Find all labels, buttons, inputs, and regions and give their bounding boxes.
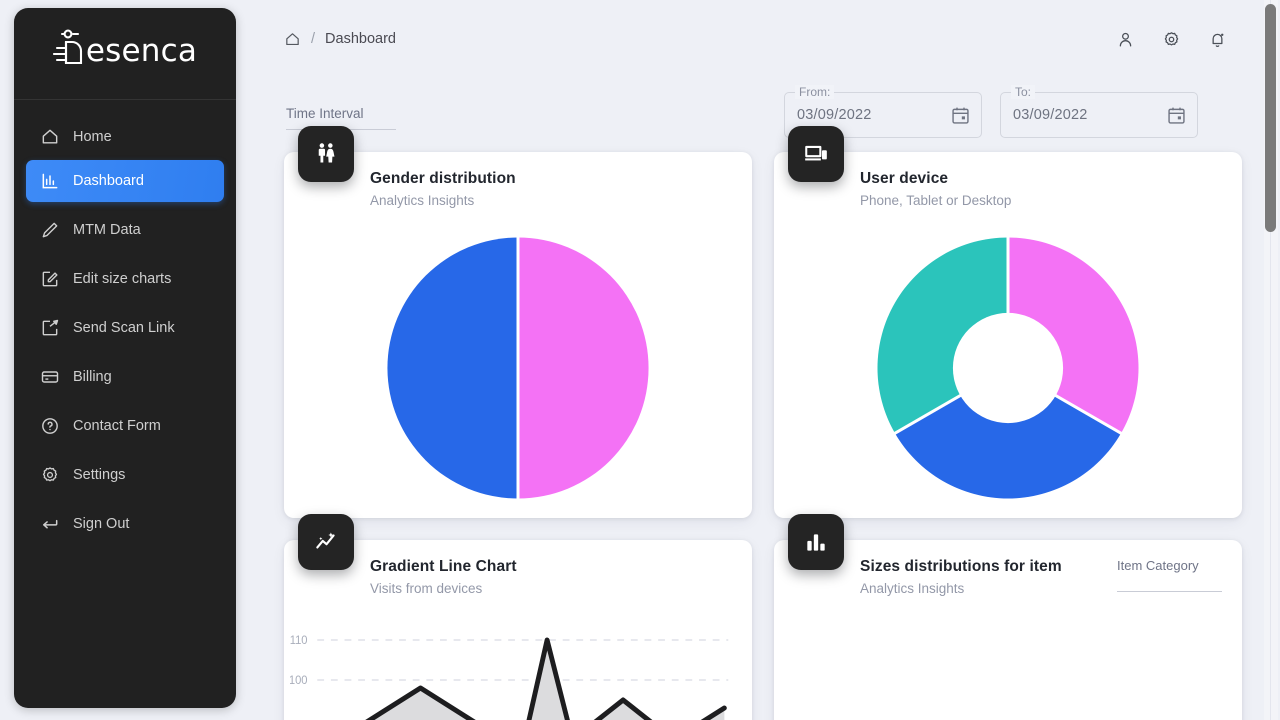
bar-chart-icon <box>40 171 60 191</box>
item-category-underline <box>1117 591 1222 592</box>
sidebar-item-home[interactable]: Home <box>26 116 224 158</box>
breadcrumb-current: Dashboard <box>325 31 396 47</box>
card-title: User device <box>860 170 949 187</box>
sidebar-item-label: Billing <box>73 369 112 385</box>
card-subtitle: Analytics Insights <box>860 581 965 596</box>
credit-card-icon <box>40 367 60 387</box>
y-tick-100: 100 <box>290 675 308 687</box>
home-icon[interactable] <box>284 31 301 48</box>
line-chart-svg: 110 100 <box>290 635 729 720</box>
card-subtitle: Visits from devices <box>370 581 483 596</box>
sidebar-item-label: Contact Form <box>73 418 161 434</box>
card-subtitle: Phone, Tablet or Desktop <box>860 193 1012 208</box>
notifications-bell-icon[interactable] <box>1202 24 1232 54</box>
sidebar-item-settings[interactable]: Settings <box>26 454 224 496</box>
sidebar-item-label: MTM Data <box>73 222 141 238</box>
edit-square-icon <box>40 269 60 289</box>
date-to-field[interactable]: To: 03/09/2022 <box>1000 85 1198 138</box>
sidebar-item-label: Edit size charts <box>73 271 172 287</box>
sparkline-sparkle-icon <box>298 514 354 570</box>
settings-gear-icon[interactable] <box>1156 24 1186 54</box>
gender-figures-icon <box>298 126 354 182</box>
device-donut-chart[interactable] <box>774 224 1242 512</box>
logout-arrow-icon <box>40 514 60 534</box>
sidebar-item-edit-size-charts[interactable]: Edit size charts <box>26 258 224 300</box>
desenca-logo-icon <box>52 29 87 75</box>
sidebar-item-sign-out[interactable]: Sign Out <box>26 503 224 545</box>
card-sizes-header: Sizes distributions for item Analytics I… <box>774 540 1242 612</box>
home-icon <box>40 127 60 147</box>
brand[interactable]: esenca <box>14 8 236 100</box>
dashboard-app: esenca Home Dashboard MTM Data Edit size… <box>0 0 1280 720</box>
account-icon[interactable] <box>1110 24 1140 54</box>
card-gender-distribution: Gender distribution Analytics Insights <box>284 126 752 518</box>
sidebar-item-label: Sign Out <box>73 516 130 532</box>
pencil-icon <box>40 220 60 240</box>
breadcrumb: / Dashboard <box>284 31 396 48</box>
card-gender-header: Gender distribution Analytics Insights <box>284 152 752 224</box>
calendar-icon[interactable] <box>1166 105 1187 126</box>
card-gradient-line-chart: Gradient Line Chart Visits from devices … <box>284 514 752 720</box>
card-title: Sizes distributions for item <box>860 558 1062 575</box>
cards-grid: Gender distribution Analytics Insights U… <box>266 126 1254 720</box>
donut-svg <box>877 236 1139 499</box>
card-subtitle: Analytics Insights <box>370 193 475 208</box>
sidebar-item-dashboard[interactable]: Dashboard <box>26 160 224 202</box>
calendar-icon[interactable] <box>950 105 971 126</box>
pie-svg <box>387 236 649 500</box>
page-scrollbar[interactable] <box>1264 0 1278 720</box>
gear-icon <box>40 465 60 485</box>
date-from-label: From: <box>795 85 835 99</box>
sidebar-item-label: Send Scan Link <box>73 320 175 336</box>
card-title: Gradient Line Chart <box>370 558 517 575</box>
card-user-device: User device Phone, Tablet or Desktop <box>774 126 1242 518</box>
item-category-label: Item Category <box>1117 558 1199 573</box>
send-square-icon <box>40 318 60 338</box>
card-sizes-distribution: Sizes distributions for item Analytics I… <box>774 514 1242 720</box>
sidebar-item-label: Dashboard <box>73 173 144 189</box>
sidebar-item-billing[interactable]: Billing <box>26 356 224 398</box>
y-tick-110: 110 <box>290 635 308 647</box>
sidebar-item-label: Home <box>73 129 112 145</box>
topbar-icons <box>1110 24 1242 54</box>
card-title: Gender distribution <box>370 170 516 187</box>
brand-name: esenca <box>85 33 198 69</box>
filters-row: Time Interval From: 03/09/2022 To: 03/09… <box>266 78 1254 152</box>
line-chart-area[interactable]: 110 100 <box>284 612 752 720</box>
devices-icon <box>788 126 844 182</box>
sidebar-nav: Home Dashboard MTM Data Edit size charts <box>14 100 236 545</box>
sidebar: esenca Home Dashboard MTM Data Edit size… <box>14 8 236 708</box>
breadcrumb-separator: / <box>311 31 316 47</box>
bar-chart-icon <box>788 514 844 570</box>
date-from-value: 03/09/2022 <box>797 107 872 123</box>
scrollbar-thumb[interactable] <box>1265 4 1276 232</box>
date-to-label: To: <box>1011 85 1036 99</box>
question-circle-icon <box>40 416 60 436</box>
time-interval-label: Time Interval <box>286 106 364 121</box>
item-category-select[interactable]: Item Category <box>1117 558 1242 592</box>
topbar: / Dashboard <box>266 0 1254 78</box>
card-device-header: User device Phone, Tablet or Desktop <box>774 152 1242 224</box>
gender-pie-chart[interactable] <box>284 224 752 512</box>
card-line-header: Gradient Line Chart Visits from devices <box>284 540 752 612</box>
sidebar-item-label: Settings <box>73 467 126 483</box>
sidebar-item-contact-form[interactable]: Contact Form <box>26 405 224 447</box>
date-to-value: 03/09/2022 <box>1013 107 1088 123</box>
main-content: / Dashboard Time Interval From: 03/09/20… <box>248 0 1272 720</box>
sidebar-item-send-scan-link[interactable]: Send Scan Link <box>26 307 224 349</box>
sidebar-item-mtm-data[interactable]: MTM Data <box>26 209 224 251</box>
